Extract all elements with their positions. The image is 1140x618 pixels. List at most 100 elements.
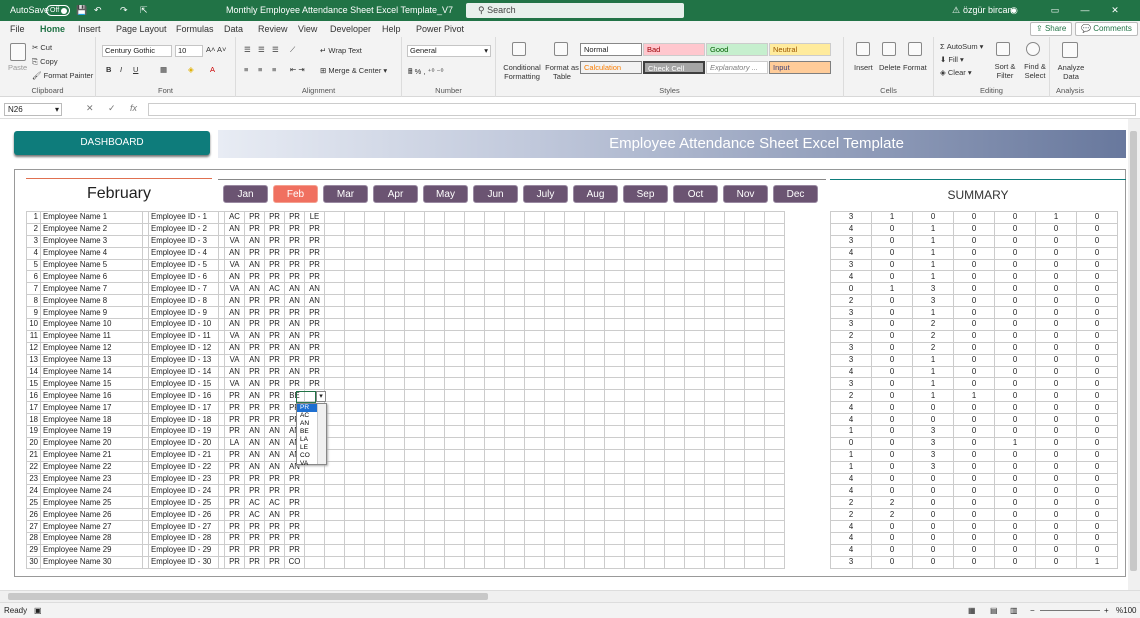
day-cell[interactable] xyxy=(764,234,785,248)
day-cell[interactable] xyxy=(764,365,785,379)
day-cell[interactable] xyxy=(584,532,605,545)
summary-cell[interactable]: 0 xyxy=(953,365,995,379)
day-cell[interactable] xyxy=(324,318,345,331)
day-cell[interactable] xyxy=(364,448,385,462)
day-cell[interactable] xyxy=(464,389,485,403)
day-cell[interactable] xyxy=(464,222,485,236)
employee-id-cell[interactable]: Employee ID - 27 xyxy=(148,520,219,534)
summary-cell[interactable]: 0 xyxy=(871,365,913,379)
summary-cell[interactable]: 1 xyxy=(912,258,954,272)
delete-cells-button[interactable]: Delete xyxy=(879,63,901,72)
day-cell[interactable] xyxy=(524,318,545,331)
employee-name-cell[interactable]: Employee Name 14 xyxy=(40,365,143,379)
day-cell[interactable] xyxy=(304,496,325,510)
summary-cell[interactable]: 0 xyxy=(1076,377,1118,391)
summary-cell[interactable]: 0 xyxy=(1035,377,1077,391)
day-cell[interactable] xyxy=(464,318,485,331)
day-cell[interactable] xyxy=(384,401,405,415)
day-cell[interactable] xyxy=(384,532,405,545)
day-cell[interactable] xyxy=(664,543,685,557)
employee-name-cell[interactable]: Employee Name 8 xyxy=(40,294,143,308)
summary-cell[interactable]: 0 xyxy=(953,460,995,474)
summary-cell[interactable]: 0 xyxy=(871,532,913,545)
day-cell[interactable] xyxy=(564,460,585,474)
autosave-toggle[interactable]: Off xyxy=(46,0,70,21)
employee-name-cell[interactable]: Employee Name 28 xyxy=(40,532,143,545)
day-cell[interactable] xyxy=(464,341,485,355)
day-cell[interactable] xyxy=(584,270,605,284)
day-cell[interactable]: PR xyxy=(244,211,265,224)
summary-cell[interactable]: 0 xyxy=(1035,270,1077,284)
day-cell[interactable] xyxy=(564,413,585,427)
day-cell[interactable] xyxy=(444,211,465,224)
day-cell[interactable] xyxy=(384,436,405,450)
summary-cell[interactable]: 2 xyxy=(912,341,954,355)
day-cell[interactable] xyxy=(624,508,645,522)
day-cell[interactable] xyxy=(624,448,645,462)
day-cell[interactable] xyxy=(604,389,625,403)
day-cell[interactable] xyxy=(664,413,685,427)
day-cell[interactable] xyxy=(744,425,765,438)
day-cell[interactable] xyxy=(664,484,685,498)
day-cell[interactable] xyxy=(384,448,405,462)
find-select-icon[interactable] xyxy=(1026,42,1040,56)
day-cell[interactable] xyxy=(564,365,585,379)
day-cell[interactable] xyxy=(584,448,605,462)
day-cell[interactable] xyxy=(384,234,405,248)
day-cell[interactable] xyxy=(564,496,585,510)
pointer-icon[interactable]: ⇱ xyxy=(140,0,148,21)
summary-cell[interactable]: 1 xyxy=(912,353,954,367)
day-cell[interactable] xyxy=(664,246,685,260)
day-cell[interactable] xyxy=(664,389,685,403)
day-cell[interactable] xyxy=(644,472,665,486)
day-cell[interactable] xyxy=(384,425,405,438)
day-cell[interactable] xyxy=(384,270,405,284)
day-cell[interactable] xyxy=(424,413,445,427)
day-cell[interactable] xyxy=(744,353,765,367)
day-cell[interactable] xyxy=(664,460,685,474)
day-cell[interactable]: AN xyxy=(264,448,285,462)
day-cell[interactable] xyxy=(704,555,725,569)
summary-cell[interactable]: 0 xyxy=(953,341,995,355)
day-cell[interactable] xyxy=(644,532,665,545)
underline-button[interactable]: U xyxy=(133,65,138,74)
day-cell[interactable] xyxy=(444,543,465,557)
day-cell[interactable] xyxy=(684,353,705,367)
format-cells-icon[interactable] xyxy=(908,42,922,56)
day-cell[interactable] xyxy=(504,318,525,331)
summary-cell[interactable]: 0 xyxy=(1076,389,1118,403)
summary-cell[interactable]: 2 xyxy=(912,329,954,343)
day-cell[interactable] xyxy=(404,318,425,331)
day-cell[interactable] xyxy=(384,389,405,403)
day-cell[interactable]: PR xyxy=(244,294,265,308)
save-icon[interactable]: 💾 xyxy=(76,0,87,21)
summary-cell[interactable]: 0 xyxy=(1035,389,1077,403)
day-cell[interactable]: AN xyxy=(284,294,305,308)
summary-cell[interactable]: 3 xyxy=(912,282,954,296)
day-cell[interactable]: AN xyxy=(284,365,305,379)
employee-name-cell[interactable]: Employee Name 13 xyxy=(40,353,143,367)
employee-name-cell[interactable]: Employee Name 6 xyxy=(40,270,143,284)
style-bad[interactable]: Bad xyxy=(643,43,705,56)
summary-cell[interactable]: 0 xyxy=(994,377,1036,391)
day-cell[interactable] xyxy=(404,401,425,415)
employee-name-cell[interactable]: Employee Name 16 xyxy=(40,389,143,403)
day-cell[interactable] xyxy=(644,329,665,343)
day-cell[interactable] xyxy=(564,270,585,284)
day-cell[interactable] xyxy=(664,496,685,510)
day-cell[interactable]: PR xyxy=(304,318,325,331)
day-cell[interactable] xyxy=(344,555,365,569)
summary-cell[interactable]: 3 xyxy=(830,377,872,391)
day-cell[interactable] xyxy=(564,508,585,522)
day-cell[interactable] xyxy=(464,365,485,379)
day-cell[interactable] xyxy=(744,222,765,236)
style-explanatory[interactable]: Explanatory ... xyxy=(706,61,768,74)
day-cell[interactable]: PR xyxy=(284,234,305,248)
employee-name-cell[interactable]: Employee Name 2 xyxy=(40,222,143,236)
day-cell[interactable] xyxy=(524,389,545,403)
day-cell[interactable] xyxy=(504,246,525,260)
day-cell[interactable] xyxy=(564,377,585,391)
day-cell[interactable] xyxy=(584,294,605,308)
day-cell[interactable] xyxy=(584,389,605,403)
day-cell[interactable] xyxy=(484,282,505,296)
